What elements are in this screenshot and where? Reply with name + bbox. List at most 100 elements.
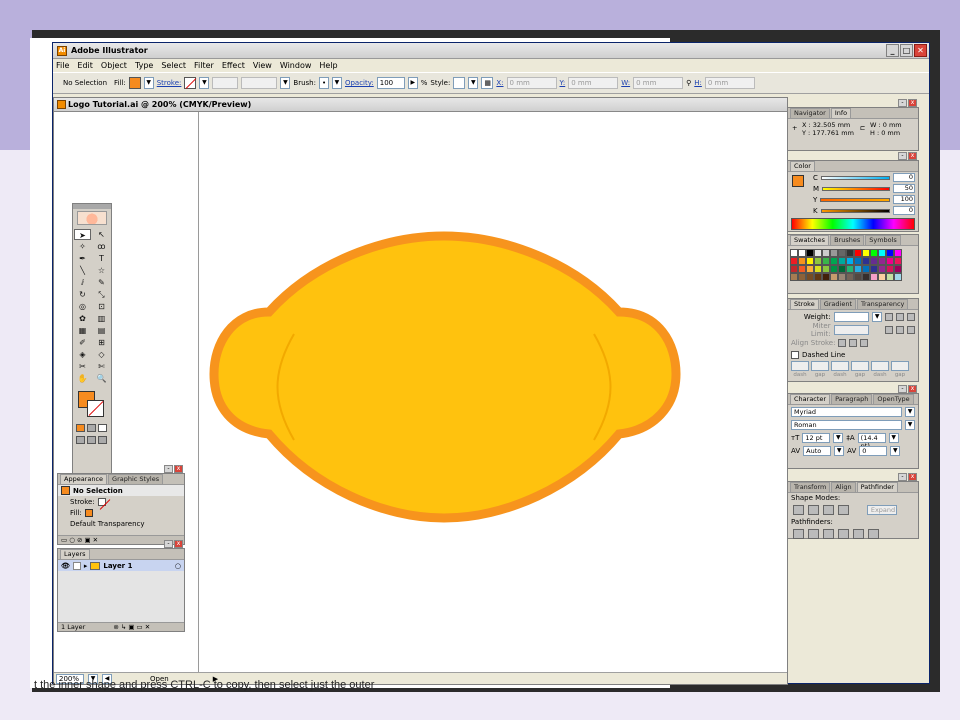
- swatch-0-7[interactable]: [846, 249, 854, 257]
- tab-swatches[interactable]: Swatches: [790, 235, 830, 245]
- weight-input[interactable]: [833, 311, 870, 322]
- screen-mode-1-icon[interactable]: [76, 436, 85, 444]
- swatch-3-13[interactable]: [894, 273, 902, 281]
- dash-3-input[interactable]: [871, 361, 889, 371]
- channel-m-slider[interactable]: [822, 186, 890, 191]
- tab-graphic-styles[interactable]: Graphic Styles: [108, 474, 164, 484]
- swatch-3-9[interactable]: [862, 273, 870, 281]
- swatch-1-11[interactable]: [878, 257, 886, 265]
- swatch-2-11[interactable]: [878, 265, 886, 273]
- outline-icon[interactable]: [853, 529, 864, 539]
- star-tool-icon[interactable]: ☆: [93, 265, 110, 276]
- appearance-footer-icons[interactable]: ▭ ○ ⊘ ▣ ✕: [61, 536, 98, 544]
- opacity-input[interactable]: 100: [376, 77, 405, 89]
- crop-icon[interactable]: [838, 529, 849, 539]
- swatch-1-4[interactable]: [822, 257, 830, 265]
- leading-input[interactable]: (14.4 pt): [857, 432, 886, 450]
- info-close-button[interactable]: x: [908, 99, 917, 107]
- menu-effect[interactable]: Effect: [222, 61, 245, 70]
- swatch-1-0[interactable]: [790, 257, 798, 265]
- tab-gradient[interactable]: Gradient: [819, 299, 857, 309]
- channel-k-input[interactable]: 0: [893, 206, 915, 215]
- stroke-label[interactable]: Stroke:: [157, 79, 182, 87]
- warp-tool-icon[interactable]: ◎: [74, 301, 91, 312]
- swatch-3-10[interactable]: [870, 273, 878, 281]
- menu-type[interactable]: Type: [135, 61, 153, 70]
- character-close-button[interactable]: x: [908, 385, 917, 393]
- color-spectrum-bar[interactable]: [791, 218, 915, 230]
- expand-button[interactable]: Expand: [867, 505, 897, 515]
- swatch-3-0[interactable]: [790, 273, 798, 281]
- screen-mode-3-icon[interactable]: [98, 436, 107, 444]
- scale-tool-icon[interactable]: ⤡: [93, 289, 110, 300]
- font-style-select[interactable]: Roman: [791, 419, 902, 430]
- pathfinder-close-button[interactable]: x: [908, 473, 917, 481]
- swatch-3-7[interactable]: [846, 273, 854, 281]
- kerning-dropdown[interactable]: ▼: [834, 445, 845, 456]
- menu-file[interactable]: File: [56, 61, 69, 70]
- join-bevel-icon[interactable]: [907, 325, 915, 334]
- font-family-dropdown[interactable]: ▼: [905, 406, 915, 417]
- channel-m-input[interactable]: 50: [893, 184, 915, 193]
- lasso-tool-icon[interactable]: ꝏ: [93, 241, 110, 252]
- tab-character[interactable]: Character: [790, 394, 831, 404]
- swatch-1-13[interactable]: [894, 257, 902, 265]
- channel-y-slider[interactable]: [820, 197, 890, 202]
- none-mode-icon[interactable]: [98, 424, 107, 432]
- visibility-eye-icon[interactable]: 👁: [61, 562, 70, 570]
- kerning-input[interactable]: Auto: [803, 445, 832, 456]
- swatch-2-2[interactable]: [806, 265, 814, 273]
- gap-3-input[interactable]: [891, 361, 909, 371]
- swatch-0-1[interactable]: [798, 249, 806, 257]
- swatch-2-10[interactable]: [870, 265, 878, 273]
- swatch-2-7[interactable]: [846, 265, 854, 273]
- opacity-dropdown[interactable]: ▶: [407, 77, 418, 89]
- link-icon[interactable]: ⚲: [686, 79, 691, 87]
- reference-point-icon[interactable]: ▦: [481, 77, 494, 89]
- brush-field[interactable]: •: [318, 77, 329, 89]
- dash-2-input[interactable]: [831, 361, 849, 371]
- swatch-1-7[interactable]: [846, 257, 854, 265]
- swatch-2-3[interactable]: [814, 265, 822, 273]
- tab-appearance[interactable]: Appearance: [60, 474, 108, 484]
- channel-c-slider[interactable]: [820, 175, 890, 180]
- swatch-0-6[interactable]: [838, 249, 846, 257]
- swatch-0-12[interactable]: [886, 249, 894, 257]
- tab-symbols[interactable]: Symbols: [865, 235, 901, 245]
- swatch-3-4[interactable]: [822, 273, 830, 281]
- tab-info[interactable]: Info: [830, 108, 852, 118]
- stroke-swatch[interactable]: [184, 77, 197, 89]
- info-minimize-button[interactable]: -: [898, 99, 907, 107]
- swatch-0-0[interactable]: [790, 249, 798, 257]
- target-circle-icon[interactable]: ○: [175, 562, 181, 570]
- swatch-0-13[interactable]: [894, 249, 902, 257]
- minimize-button[interactable]: _: [886, 44, 899, 57]
- weight-dropdown[interactable]: ▼: [872, 311, 883, 322]
- dash-1-input[interactable]: [791, 361, 809, 371]
- zoom-tool-icon[interactable]: 🔍: [93, 373, 110, 384]
- tab-align[interactable]: Align: [831, 482, 856, 492]
- tab-transform[interactable]: Transform: [790, 482, 831, 492]
- channel-c-input[interactable]: 0: [893, 173, 915, 182]
- tab-brushes[interactable]: Brushes: [830, 235, 865, 245]
- tab-navigator[interactable]: Navigator: [790, 108, 830, 118]
- swatch-1-2[interactable]: [806, 257, 814, 265]
- font-size-dropdown[interactable]: ▼: [833, 432, 844, 443]
- gradient-mode-icon[interactable]: [87, 424, 96, 432]
- type-tool-icon[interactable]: T: [93, 253, 110, 264]
- line-tool-icon[interactable]: ╲: [74, 265, 91, 276]
- blend-tool-icon[interactable]: ⊞: [93, 337, 110, 348]
- divide-icon[interactable]: [793, 529, 804, 539]
- channel-y-input[interactable]: 100: [893, 195, 915, 204]
- scissors-tool-icon[interactable]: ✄: [93, 361, 110, 372]
- swatch-3-6[interactable]: [838, 273, 846, 281]
- align-inside-icon[interactable]: [849, 338, 858, 347]
- selection-tool-icon[interactable]: ➤: [74, 229, 91, 240]
- paintbrush-tool-icon[interactable]: ⅈ: [74, 277, 91, 288]
- menu-help[interactable]: Help: [319, 61, 337, 70]
- close-button[interactable]: ✕: [914, 44, 927, 57]
- eyedropper-tool-icon[interactable]: ✐: [74, 337, 91, 348]
- swatch-1-9[interactable]: [862, 257, 870, 265]
- swatch-0-5[interactable]: [830, 249, 838, 257]
- swatch-2-1[interactable]: [798, 265, 806, 273]
